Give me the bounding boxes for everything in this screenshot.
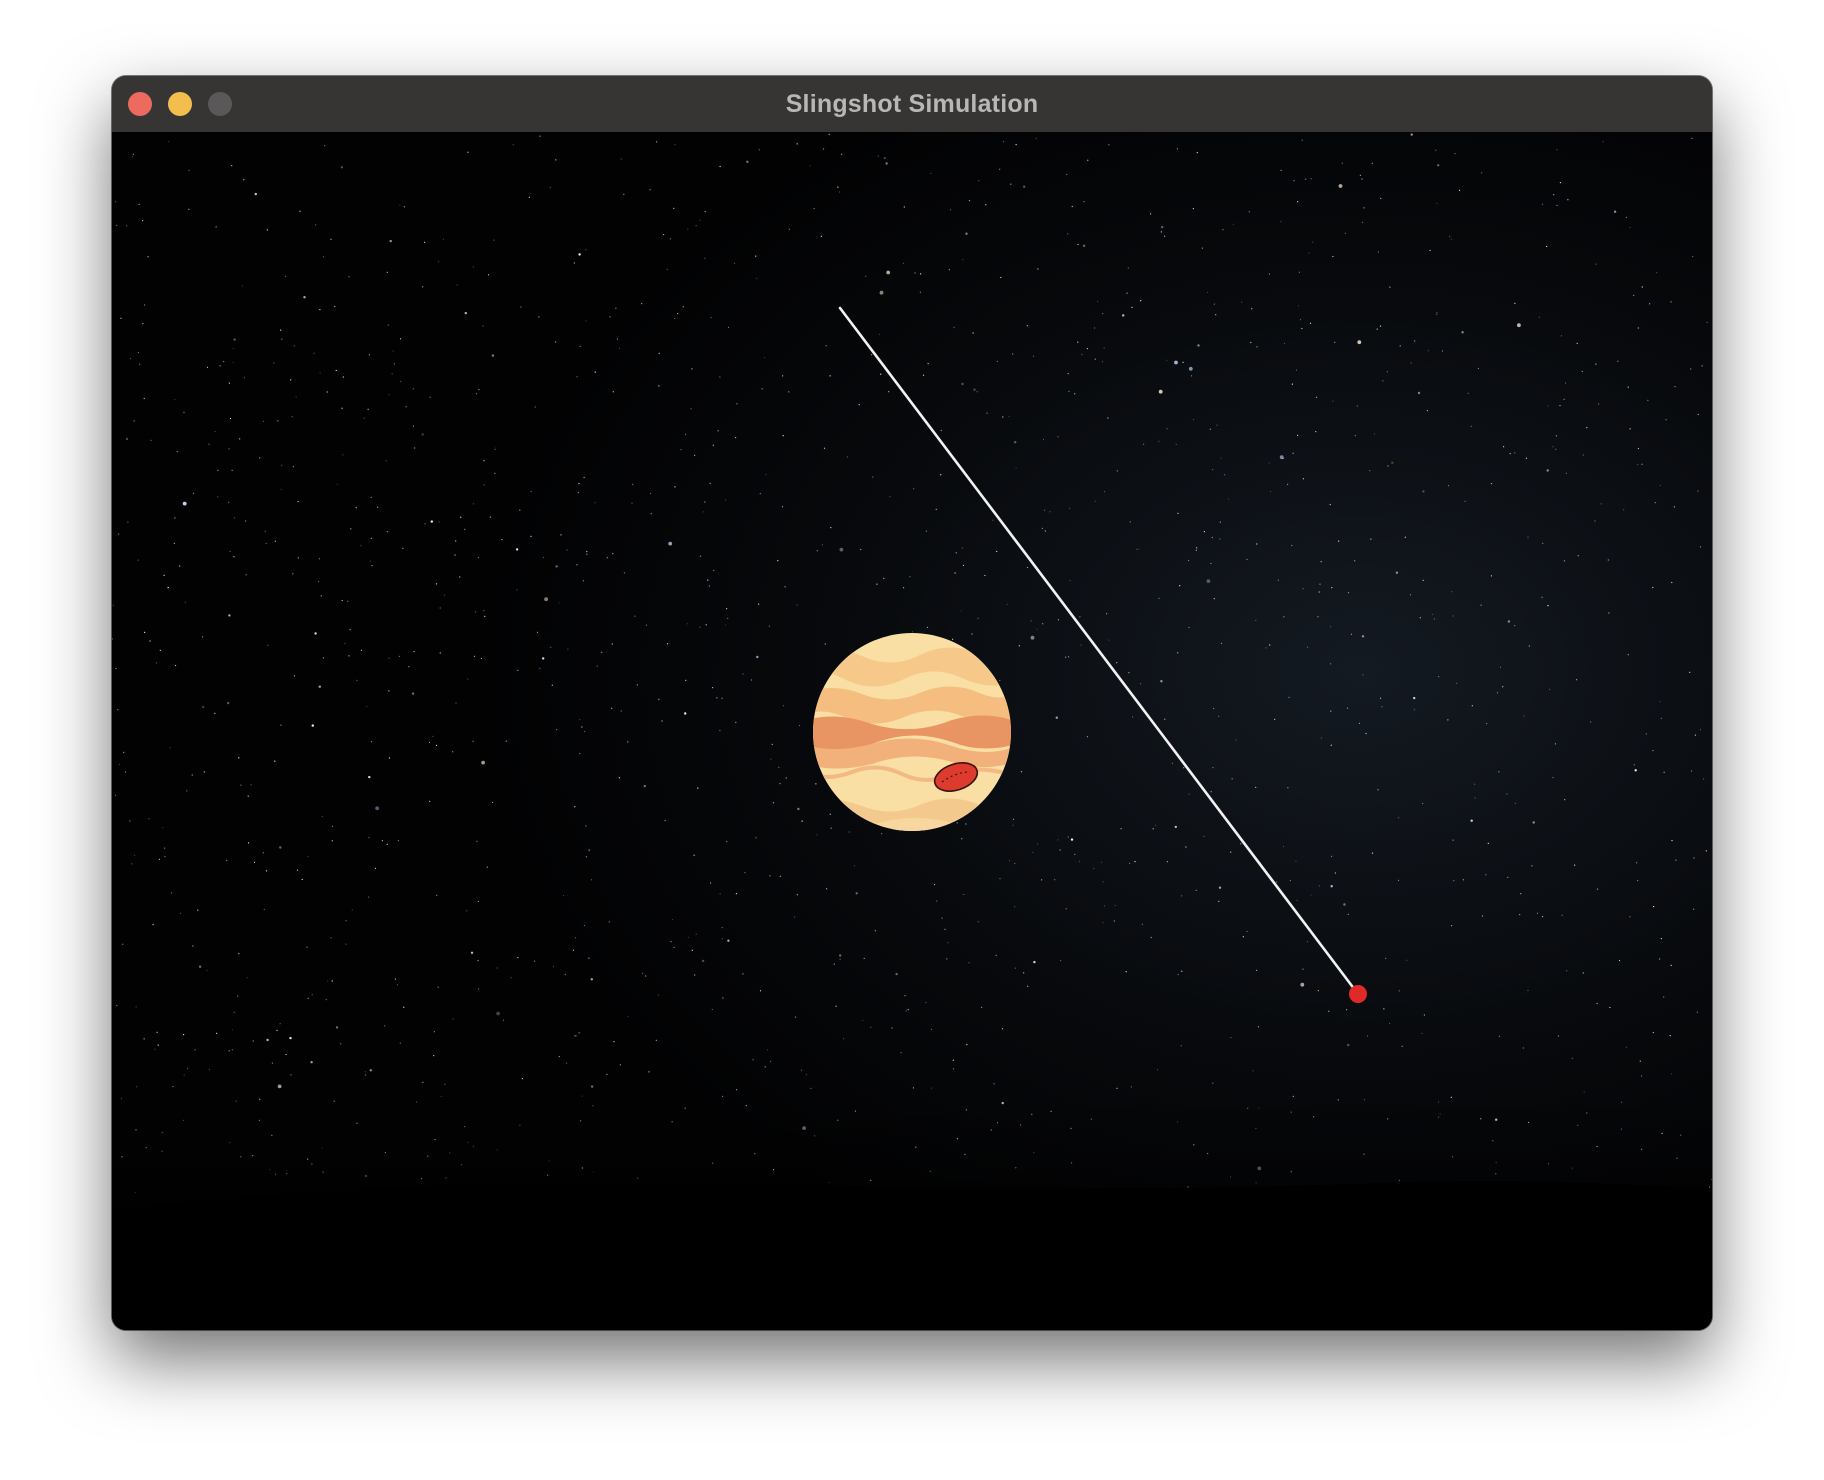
title-bar[interactable]: Slingshot Simulation	[112, 76, 1712, 133]
simulation-canvas[interactable]	[112, 132, 1712, 1330]
scene-svg	[112, 132, 1712, 1330]
projectile[interactable]	[1349, 985, 1367, 1003]
window-title: Slingshot Simulation	[785, 90, 1039, 118]
horizon-silhouette	[112, 1181, 1712, 1330]
app-window: Slingshot Simulation	[112, 76, 1712, 1330]
